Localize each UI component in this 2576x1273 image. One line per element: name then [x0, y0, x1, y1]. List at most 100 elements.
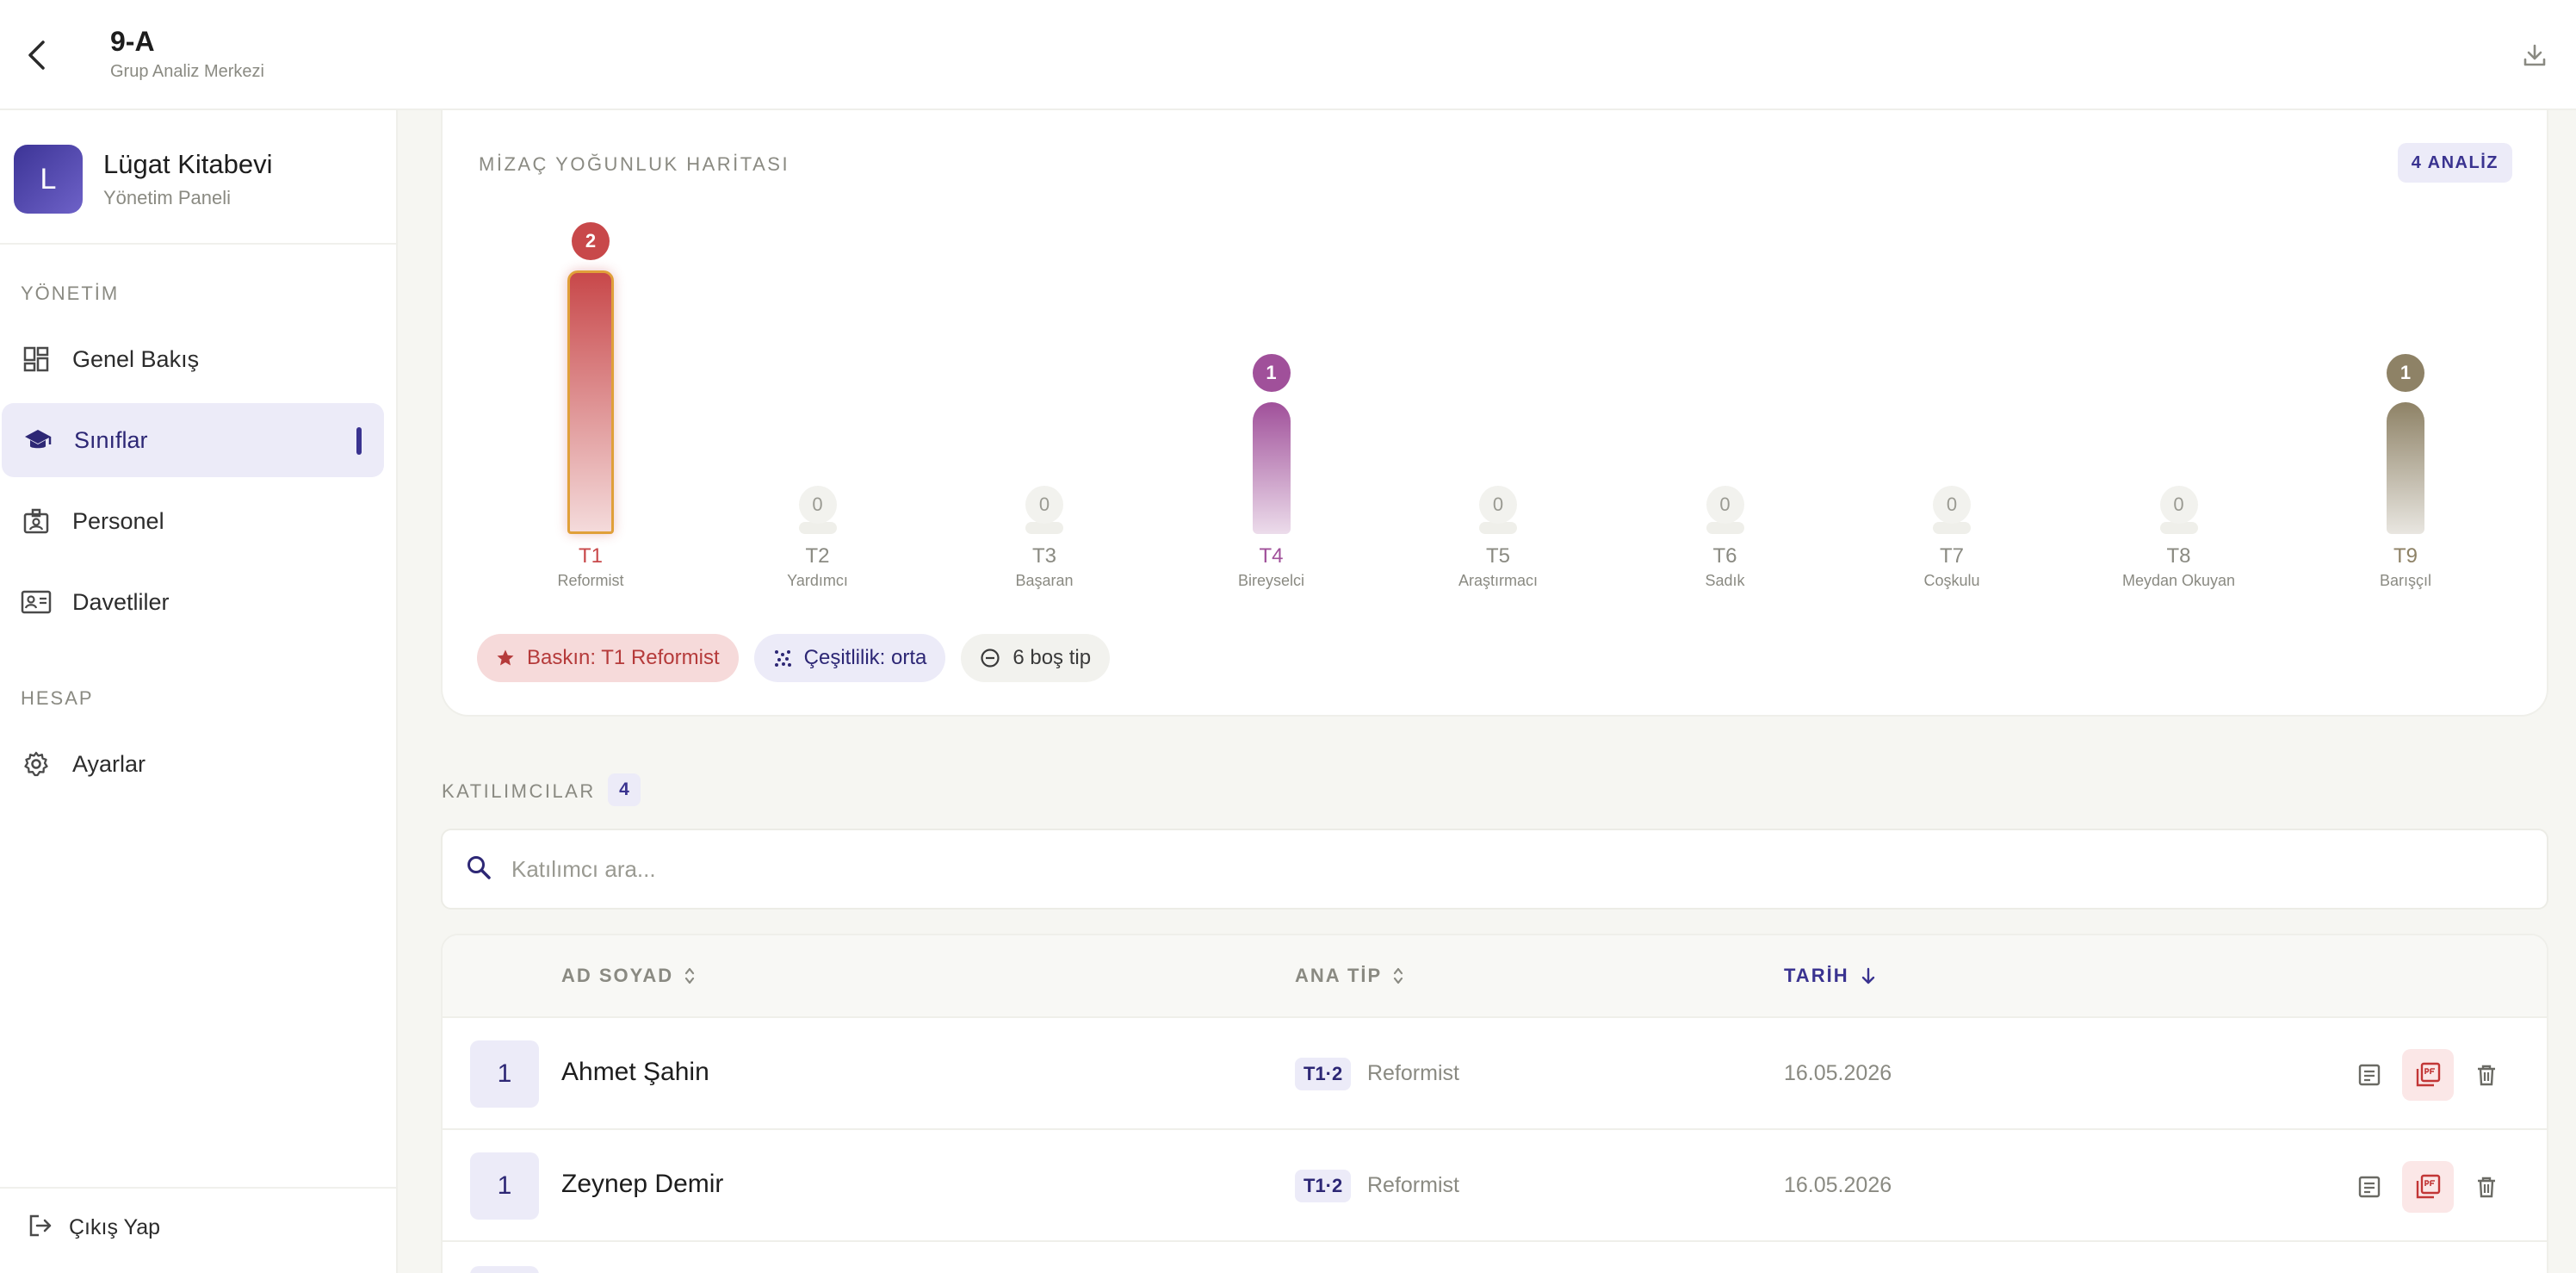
brand: L Lügat Kitabevi Yönetim Paneli [14, 145, 272, 214]
participants-label: KATILIMCILAR [442, 780, 596, 802]
bar-code-label: T7 [1939, 544, 1964, 568]
row-number-partial [470, 1266, 539, 1273]
contact-card-icon [21, 587, 52, 618]
bar-code-label: T6 [1712, 544, 1737, 568]
gear-icon [21, 748, 52, 779]
logout-button[interactable]: Çıkış Yap [28, 1213, 160, 1243]
bar-code-label: T5 [1485, 544, 1510, 568]
dominant-chip-label: Baskın: T1 Reformist [527, 646, 720, 669]
bar-code-label: T3 [1031, 544, 1056, 568]
section-label-account: HESAP [21, 687, 94, 709]
bar-t3 [1025, 522, 1063, 534]
sidebar-item-settings[interactable]: Ayarlar [0, 727, 384, 801]
pdf-button[interactable] [2402, 1161, 2454, 1213]
type-code-badge: T1·2 [1295, 1170, 1352, 1202]
logout-label: Çıkış Yap [69, 1215, 161, 1239]
delete-button[interactable] [2461, 1049, 2512, 1101]
bar-t6 [1706, 522, 1744, 534]
diversity-chip: Çeşitlilik: orta [753, 634, 946, 682]
sidebar-item-invitees[interactable]: Davetliler [0, 565, 384, 639]
row-number: 1 [470, 1152, 539, 1220]
participant-name: Zeynep Demir [561, 1170, 724, 1198]
bar-type-label: Başaran [1015, 572, 1074, 589]
table-row[interactable]: 1 Ahmet Şahin T1·2 Reformist 16.05.2026 [443, 1018, 2547, 1130]
sidebar-item-label: Sınıflar [74, 426, 148, 453]
bar-column-t1: 2 T1 Reformist [522, 110, 659, 627]
bar-count: 0 [798, 486, 837, 524]
bar-count: 0 [1933, 486, 1971, 524]
participants-count-badge: 4 [608, 773, 641, 806]
bar-type-label: Barışçıl [2379, 572, 2431, 589]
sidebar-divider [0, 1187, 396, 1189]
bar-t1[interactable] [567, 270, 614, 534]
top-bar: 9-A Grup Analiz Merkezi [0, 0, 2576, 110]
pdf-icon [2416, 1062, 2441, 1087]
sidebar-item-overview[interactable]: Genel Bakış [0, 322, 384, 396]
delete-button[interactable] [2461, 1161, 2512, 1213]
pdf-icon [2416, 1174, 2441, 1199]
bar-code-label: T9 [2393, 544, 2418, 568]
chevron-left-icon [28, 40, 45, 70]
heatmap-card: MİZAÇ YOĞUNLUK HARİTASI 4 ANALİZ 2 T1 Refo… [441, 110, 2548, 717]
row-date: 16.05.2026 [1784, 1173, 1892, 1197]
bar-type-label: Meydan Okuyan [2121, 572, 2236, 589]
logout-icon [28, 1213, 53, 1243]
sidebar-item-staff[interactable]: Personel [0, 484, 384, 558]
column-header-type[interactable]: ANA TİP [1295, 965, 1404, 987]
brand-name: Lügat Kitabevi [103, 149, 273, 179]
download-button[interactable] [2516, 36, 2554, 74]
bar-t4[interactable] [1252, 402, 1291, 534]
bar-code-label: T8 [2166, 544, 2191, 568]
bar-t7 [1933, 522, 1971, 534]
bar-column-t5: 0 T5 Araştırmacı [1429, 110, 1567, 627]
download-icon [2523, 44, 2546, 66]
active-indicator [356, 427, 362, 455]
scatter-dots-icon [773, 649, 792, 668]
empty-types-chip-label: 6 boş tip [1012, 646, 1092, 669]
page-subtitle: Grup Analiz Merkezi [110, 62, 264, 81]
graduation-cap-icon [22, 425, 53, 456]
bar-column-t9: 1 T9 Barışçıl [2337, 110, 2474, 627]
search-input[interactable] [511, 855, 2492, 883]
bar-code-label: T2 [805, 544, 830, 568]
column-header-date[interactable]: TARİH [1784, 965, 1877, 987]
brand-subtitle: Yönetim Paneli [103, 187, 231, 208]
bar-count: 0 [1479, 486, 1517, 524]
minus-circle-icon [980, 648, 1000, 668]
bar-count: 2 [572, 222, 610, 260]
back-button[interactable] [19, 34, 53, 76]
type-name: Reformist [1367, 1061, 1459, 1085]
bar-t2 [798, 522, 837, 534]
notes-button[interactable] [2344, 1161, 2395, 1213]
table-row[interactable]: 1 Zeynep Demir T1·2 Reformist 16.05.2026 [443, 1130, 2547, 1242]
participant-search [441, 829, 2548, 910]
bar-type-label: Sadık [1705, 572, 1745, 589]
bar-column-t4: 1 T4 Bireyselci [1203, 110, 1341, 627]
type-code-badge: T1·2 [1295, 1058, 1352, 1090]
bar-column-t7: 0 T7 Coşkulu [1883, 110, 2021, 627]
notes-button[interactable] [2344, 1049, 2395, 1101]
bar-count: 1 [1252, 354, 1291, 392]
summary-chips: Baskın: T1 Reformist Çeşitlilik: orta 6 … [477, 634, 1125, 682]
row-number: 1 [470, 1040, 539, 1108]
empty-types-chip: 6 boş tip [961, 634, 1111, 682]
sort-unsorted-icon [1392, 966, 1404, 986]
notes-icon [2358, 1064, 2381, 1086]
sidebar-item-label: Davetliler [72, 588, 170, 615]
bar-code-label: T1 [578, 544, 603, 568]
bar-t9[interactable] [2387, 402, 2424, 534]
sidebar: L Lügat Kitabevi Yönetim Paneli YÖNETİM … [0, 110, 398, 1273]
star-icon [496, 649, 515, 668]
participant-name: Ahmet Şahin [561, 1058, 709, 1086]
participants-table: AD SOYAD ANA TİP TARİH 1 Ahmet Şahin T1·… [441, 934, 2548, 1273]
column-header-name[interactable]: AD SOYAD [561, 965, 696, 987]
sidebar-item-label: Genel Bakış [72, 345, 200, 372]
diversity-chip-label: Çeşitlilik: orta [803, 646, 927, 669]
sidebar-item-label: Ayarlar [72, 750, 146, 777]
bar-type-label: Coşkulu [1923, 572, 1980, 589]
pdf-button[interactable] [2402, 1049, 2454, 1101]
bar-column-t8: 0 T8 Meydan Okuyan [2110, 110, 2248, 627]
sidebar-item-classes[interactable]: Sınıflar [2, 403, 384, 477]
bar-count: 0 [1025, 486, 1063, 524]
trash-icon [2478, 1065, 2495, 1086]
